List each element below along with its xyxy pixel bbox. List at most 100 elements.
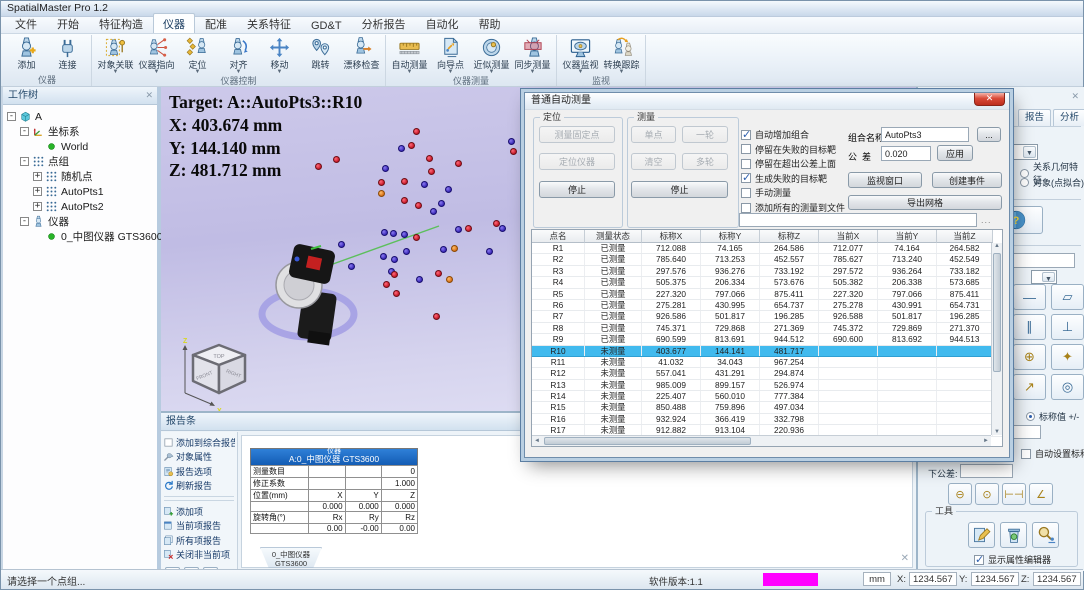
- coord-value-y[interactable]: 1234.567: [971, 572, 1019, 586]
- tree-node-autopts1[interactable]: +AutoPts1: [4, 184, 156, 199]
- collapse-icon[interactable]: -: [20, 157, 29, 166]
- table-row-r14[interactable]: R14未测量225.407560.010777.384: [532, 391, 1002, 402]
- table-row-r15[interactable]: R15未测量850.488759.896497.034: [532, 402, 1002, 413]
- collapse-icon[interactable]: -: [7, 112, 16, 121]
- option-checkbox-4[interactable]: 生成失败的目标靶: [741, 172, 827, 185]
- menu-item-1[interactable]: 文件: [5, 13, 47, 33]
- expand-icon[interactable]: +: [33, 202, 42, 211]
- option-checkbox-2[interactable]: 停留在失败的目标靶: [741, 143, 836, 156]
- table-row-r10[interactable]: R10未测量403.677144.141481.717: [532, 346, 1002, 357]
- report-action-add-item[interactable]: 添加项: [163, 504, 235, 519]
- option-checkbox-5[interactable]: 手动测量: [741, 186, 791, 199]
- ribbon-button-approx-measure[interactable]: 近似测量▼: [471, 35, 512, 75]
- ribbon-button-add-instrument[interactable]: 添加: [6, 35, 47, 70]
- angle-dimension-button[interactable]: ∠: [1029, 483, 1053, 505]
- perpendicular-feature-button[interactable]: ⊥: [1051, 314, 1084, 340]
- tree-node--[interactable]: -坐标系: [4, 124, 156, 139]
- column-header-2[interactable]: 测量状态: [585, 230, 642, 243]
- table-row-r4[interactable]: R4已测量505.375206.334573.676505.382206.338…: [532, 277, 1002, 288]
- tree-node--[interactable]: -仪器: [4, 214, 156, 229]
- cube-face-top[interactable]: TOP: [213, 354, 225, 360]
- group-name-input[interactable]: [881, 127, 969, 142]
- parallel-feature-button[interactable]: ∥: [1013, 314, 1046, 340]
- tree-node--[interactable]: +随机点: [4, 169, 156, 184]
- auto-set-nominal-checkbox[interactable]: 自动设置标称值: [1021, 447, 1084, 460]
- concentric-feature-button[interactable]: ◎: [1051, 374, 1084, 400]
- table-row-r8[interactable]: R8已测量745.371729.868271.369745.372729.869…: [532, 323, 1002, 334]
- menu-item-7[interactable]: GD&T: [301, 17, 352, 33]
- edit-tool-button[interactable]: [968, 522, 995, 548]
- apply-button[interactable]: 应用: [937, 145, 973, 161]
- table-row-r6[interactable]: R6已测量275.281430.995654.737275.278430.991…: [532, 300, 1002, 311]
- export-grid-button[interactable]: 导出网格: [848, 195, 1002, 210]
- ribbon-button-guide-points[interactable]: 向导点▼: [430, 35, 471, 75]
- menu-item-4[interactable]: 仪器: [153, 13, 195, 33]
- ribbon-button-align-instrument[interactable]: 对齐▼: [218, 35, 259, 75]
- radius-dimension-button[interactable]: ⊙: [975, 483, 999, 505]
- lower-tolerance-input[interactable]: [960, 464, 1013, 478]
- ribbon-button-jump-target[interactable]: 跳转: [300, 35, 341, 70]
- plane-feature-button[interactable]: ▱: [1051, 284, 1084, 310]
- group-name-browse-button[interactable]: ...: [977, 127, 1001, 142]
- monitor-window-button[interactable]: 监视窗口: [848, 172, 922, 188]
- cube-face-front[interactable]: FRONT: [196, 370, 214, 382]
- menu-item-9[interactable]: 自动化: [416, 13, 469, 33]
- clear-button[interactable]: 清空: [631, 153, 676, 170]
- measure-fixed-point-button[interactable]: 测量固定点: [539, 126, 615, 143]
- view-cube[interactable]: Z X TOP FRONT RIGHT: [183, 338, 246, 411]
- ribbon-button-drift-check[interactable]: 漂移检查: [341, 35, 382, 70]
- menu-item-5[interactable]: 配准: [195, 13, 237, 33]
- report-action-wrench[interactable]: 对象属性: [163, 450, 235, 465]
- coord-value-x[interactable]: 1234.567: [909, 572, 957, 586]
- expand-icon[interactable]: +: [33, 187, 42, 196]
- table-row-r16[interactable]: R16未测量932.924366.419332.798: [532, 414, 1002, 425]
- horizontal-scrollbar[interactable]: ◄►: [532, 435, 991, 446]
- table-row-r11[interactable]: R11未测量41.03234.043967.254: [532, 357, 1002, 368]
- tree-node-0-gts3600[interactable]: 0_中图仪器 GTS3600: [4, 229, 156, 244]
- distance-dimension-button[interactable]: ⊢⊣: [1002, 483, 1026, 505]
- option-checkbox-1[interactable]: 自动增加组合: [741, 128, 809, 141]
- ribbon-button-connect-instrument[interactable]: 连接: [47, 35, 88, 70]
- file-path-browse[interactable]: ...: [981, 215, 992, 225]
- close-icon[interactable]: ✕: [1071, 91, 1079, 101]
- close-icon[interactable]: ✕: [901, 553, 909, 564]
- table-row-r7[interactable]: R7已测量926.586501.817196.285926.588501.817…: [532, 311, 1002, 322]
- report-action-report-options[interactable]: 报告选项: [163, 464, 235, 479]
- expand-icon[interactable]: +: [33, 172, 42, 181]
- table-row-r3[interactable]: R3已测量297.576936.276733.192297.572936.264…: [532, 266, 1002, 277]
- collapse-icon[interactable]: -: [20, 217, 29, 226]
- ribbon-button-instrument-aim[interactable]: 仪器指向▼: [136, 35, 177, 75]
- table-row-r1[interactable]: R1已测量712.08874.165264.586712.07774.16426…: [532, 243, 1002, 254]
- unit-box[interactable]: mm: [863, 572, 891, 586]
- show-editor-checkbox[interactable]: 显示属性编辑器: [974, 553, 1051, 566]
- vertical-scrollbar[interactable]: ▲▼: [991, 243, 1002, 435]
- tree-node--[interactable]: -点组: [4, 154, 156, 169]
- file-path-input[interactable]: [739, 213, 977, 227]
- diamonds-feature-button[interactable]: ✦: [1051, 344, 1084, 370]
- dialog-close-button[interactable]: ✕: [974, 93, 1005, 106]
- menu-item-10[interactable]: 帮助: [469, 13, 511, 33]
- feature-sub-dropdown[interactable]: ▼: [1031, 270, 1057, 284]
- column-header-1[interactable]: 点名: [532, 230, 585, 243]
- ribbon-button-auto-measure[interactable]: 自动测量▼: [389, 35, 430, 75]
- cube-face-right[interactable]: RIGHT: [225, 368, 242, 379]
- table-row-r5[interactable]: R5已测量227.320797.066875.411227.320797.066…: [532, 289, 1002, 300]
- vectors-feature-button[interactable]: ↗: [1013, 374, 1046, 400]
- diameter-dimension-button[interactable]: ⊖: [948, 483, 972, 505]
- ribbon-button-transform-track[interactable]: 转换跟踪▼: [601, 35, 642, 75]
- ribbon-button-object-link[interactable]: 对象关联▼: [95, 35, 136, 75]
- create-event-button[interactable]: 创建事件: [932, 172, 1002, 188]
- tree-node-a[interactable]: -A: [4, 109, 156, 124]
- table-row-r9[interactable]: R9已测量690.599813.691944.512690.600813.692…: [532, 334, 1002, 345]
- column-header-8[interactable]: 当前Z: [937, 230, 993, 243]
- ribbon-button-move-instrument[interactable]: 移动▼: [259, 35, 300, 75]
- ribbon-button-instrument-monitor[interactable]: 仪器监视▼: [560, 35, 601, 75]
- menu-item-6[interactable]: 关系特征: [237, 13, 301, 33]
- locate-instrument-button[interactable]: 定位仪器: [539, 153, 615, 170]
- close-icon[interactable]: ✕: [145, 90, 153, 100]
- tree-node-autopts2[interactable]: +AutoPts2: [4, 199, 156, 214]
- column-header-5[interactable]: 标称Z: [760, 230, 819, 243]
- report-action-close-others[interactable]: 关闭非当前项: [163, 548, 235, 563]
- option-checkbox-3[interactable]: 停留在超出公差上面: [741, 157, 836, 170]
- line-feature-button[interactable]: —: [1013, 284, 1046, 310]
